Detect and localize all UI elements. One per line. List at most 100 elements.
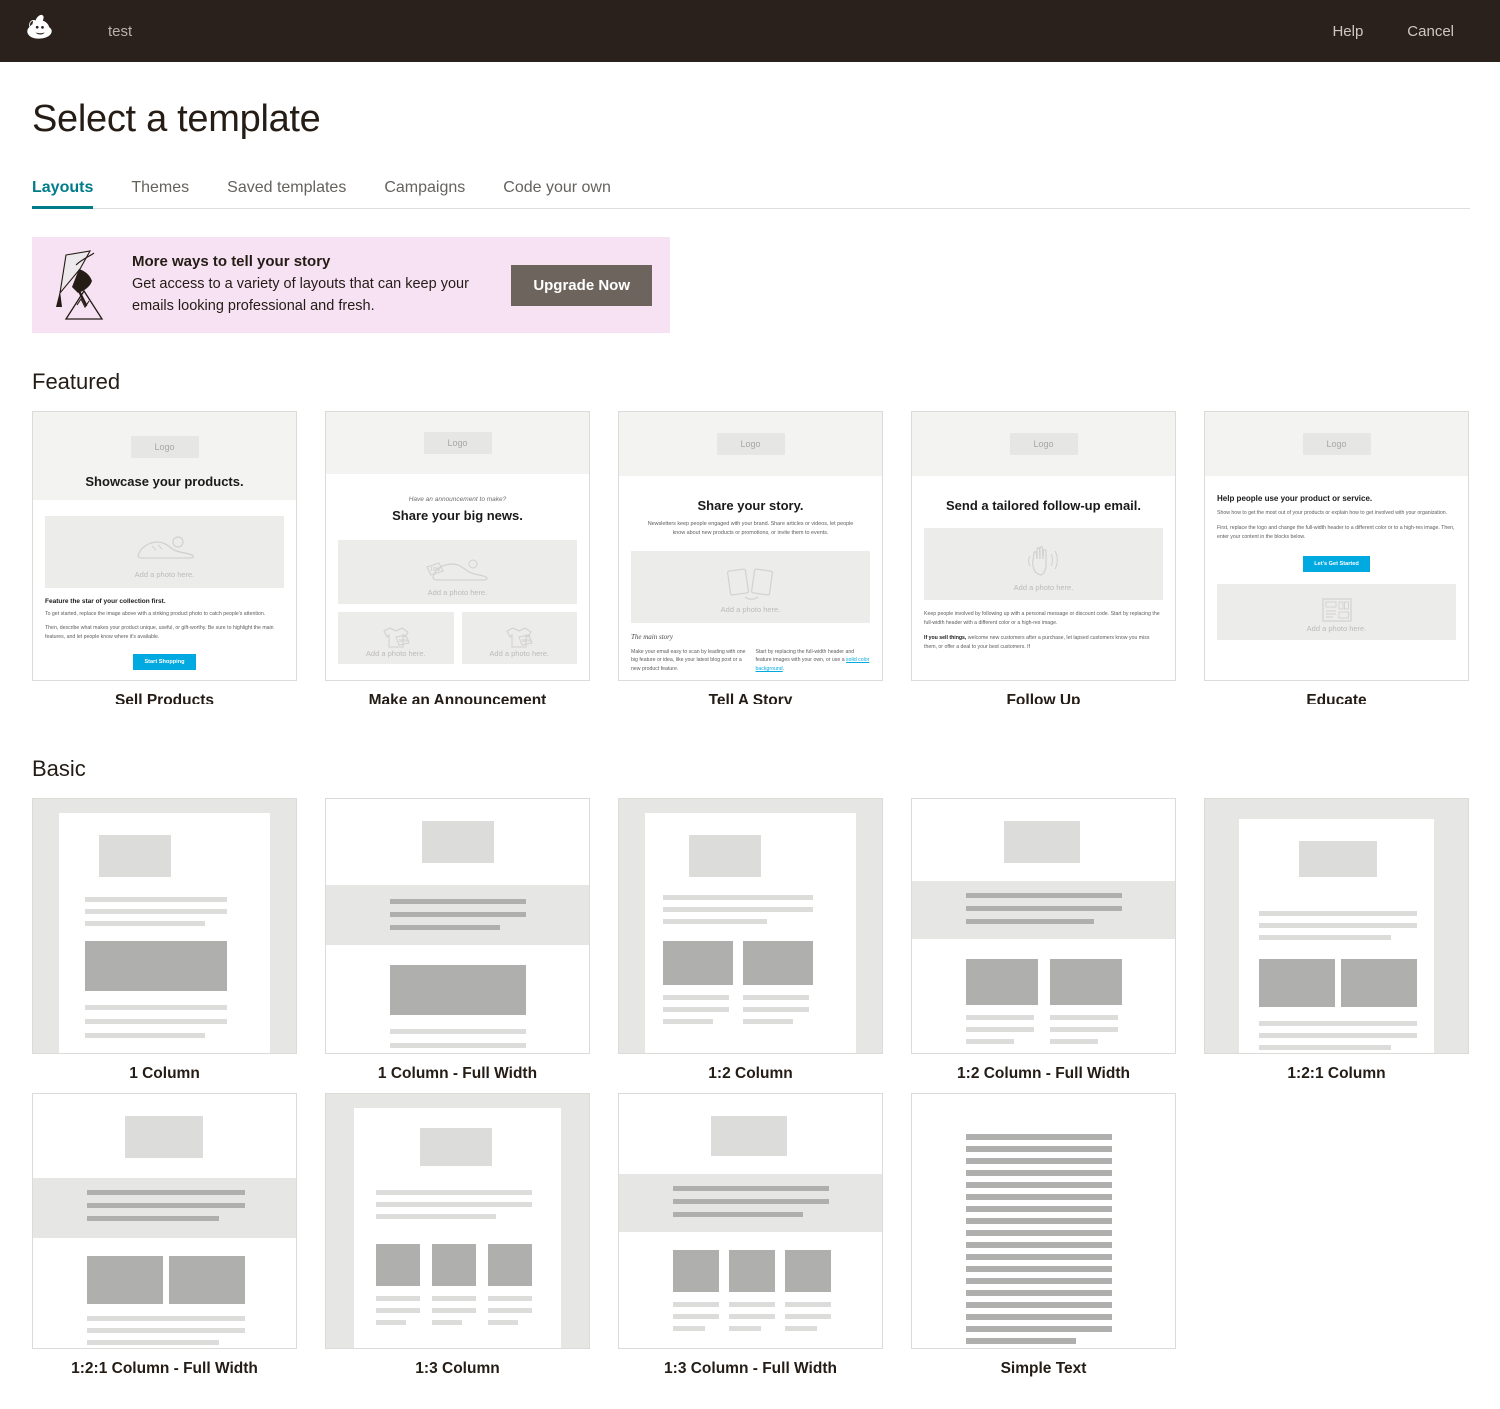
template-name: 1:2 Column <box>708 1065 793 1082</box>
shirt-tag-icon: 50% <box>506 627 533 648</box>
basic-section-heading: Basic <box>32 756 86 781</box>
template-thumbnail[interactable]: Logo Help people use your product or ser… <box>1204 411 1469 681</box>
mini-headline: Send a tailored follow-up email. <box>945 498 1142 513</box>
template-thumbnail[interactable]: Logo Share your story. Newsletters keep … <box>618 411 883 681</box>
layout-grid-icon <box>1321 597 1352 622</box>
tab-themes[interactable]: Themes <box>131 179 189 208</box>
mini-paragraph-1: To get started, replace the image above … <box>45 611 266 617</box>
basic-card-1-column-full-width: 1 Column - Full Width <box>325 798 590 1083</box>
basic-card-1-2-1-column-full-width: 1:2:1 Column - Full Width <box>32 1093 297 1378</box>
featured-template-grid: Logo Showcase your products. Add a photo… <box>32 411 1475 704</box>
mini-headline: Showcase your products. <box>85 473 244 489</box>
template-name: Follow Up <box>1006 692 1081 704</box>
tab-saved-templates[interactable]: Saved templates <box>227 179 346 208</box>
mini-photo-caption: Add a photo here. <box>1013 582 1074 592</box>
tab-code-your-own[interactable]: Code your own <box>503 179 611 208</box>
mini-logo-placeholder: Logo <box>423 432 492 454</box>
svg-text:50%: 50% <box>522 638 531 643</box>
mini-headline: Help people use your product or service. <box>1217 494 1373 503</box>
template-thumbnail[interactable]: Logo Send a tailored follow-up email. Ad… <box>911 411 1176 681</box>
promo-illustration-icon <box>46 249 122 321</box>
mini-cta-button[interactable]: Let's Get Started <box>1303 555 1370 572</box>
help-link[interactable]: Help <box>1332 23 1363 40</box>
mailchimp-logo-icon[interactable] <box>18 9 62 53</box>
mini-photo-placeholder: Add a photo here. <box>1217 583 1456 640</box>
template-name: Make an Announcement <box>368 692 547 704</box>
template-name: Sell Products <box>114 692 215 704</box>
mini-paragraph-2: First, replace the logo and change the f… <box>1217 524 1455 540</box>
shirt-tag-icon: 50% <box>383 627 410 648</box>
mini-photo-caption: Add a photo here. <box>427 587 488 597</box>
mini-column-right: Start by replacing the full-width header… <box>756 648 871 675</box>
template-thumbnail[interactable] <box>618 1093 883 1349</box>
project-name: test <box>108 22 133 40</box>
shoe-icon <box>136 536 194 559</box>
mini-subhead: Feature the star of your collection firs… <box>45 598 166 605</box>
tab-layouts[interactable]: Layouts <box>32 179 94 209</box>
template-name: Simple Text <box>1000 1360 1087 1377</box>
mini-photo-placeholder: Add a photo here. <box>45 516 284 588</box>
mini-paragraph-2: Then, describe what makes your product u… <box>45 624 274 640</box>
featured-card-tell-a-story: Logo Share your story. Newsletters keep … <box>618 411 883 704</box>
mini-photo-placeholder-left: 50% Add a photo here. <box>338 612 454 665</box>
mini-photo-placeholder: 10% Add a photo here. <box>338 540 577 605</box>
basic-card-1-2-column-full-width: 1:2 Column - Full Width <box>911 798 1176 1083</box>
mini-column-right-pre: Start by replacing the full-width header… <box>755 648 855 664</box>
template-thumbnail[interactable] <box>32 1093 297 1349</box>
page-title: Select a template <box>32 98 321 140</box>
template-thumbnail[interactable] <box>618 798 883 1054</box>
promo-body: Get access to a variety of layouts that … <box>132 276 469 314</box>
mini-photo-placeholder: Add a photo here. <box>924 528 1163 601</box>
cards-icon <box>726 568 773 600</box>
template-name: 1:3 Column <box>415 1360 500 1377</box>
basic-template-grid: 1 Column 1 Column - Full Width 1:2 Colum… <box>32 798 1475 1378</box>
mini-logo-placeholder: Logo <box>130 435 199 458</box>
template-thumbnail[interactable] <box>325 1093 590 1349</box>
template-thumbnail[interactable] <box>32 798 297 1054</box>
upgrade-promo-banner: More ways to tell your story Get access … <box>32 237 670 333</box>
template-thumbnail[interactable]: Logo Showcase your products. Add a photo… <box>32 411 297 681</box>
basic-card-1-3-column: 1:3 Column <box>325 1093 590 1378</box>
template-name: 1 Column <box>129 1065 200 1082</box>
mini-paragraph-2: If you sell things, welcome new customer… <box>924 634 1163 652</box>
mini-paragraph-1: Keep people involved by following up wit… <box>924 611 1160 627</box>
template-name: Educate <box>1306 692 1367 704</box>
template-name: 1:3 Column - Full Width <box>664 1360 837 1377</box>
mini-photo-placeholder-right: 50% Add a photo here. <box>461 612 577 665</box>
tab-campaigns[interactable]: Campaigns <box>384 179 465 208</box>
mini-photo-caption: Add a photo here. <box>720 605 781 614</box>
svg-text:10%: 10% <box>430 567 441 573</box>
template-thumbnail[interactable] <box>911 798 1176 1054</box>
upgrade-now-button[interactable]: Upgrade Now <box>511 264 652 306</box>
template-thumbnail[interactable] <box>325 798 590 1054</box>
template-name: Tell A Story <box>708 692 793 704</box>
mini-logo-placeholder: Logo <box>716 433 785 455</box>
mini-logo-placeholder: Logo <box>1009 433 1078 455</box>
top-navigation-bar: test Help Cancel <box>0 0 1500 62</box>
template-category-tabs: Layouts Themes Saved templates Campaigns… <box>32 179 1470 209</box>
featured-card-follow-up: Logo Send a tailored follow-up email. Ad… <box>911 411 1176 704</box>
featured-section-heading: Featured <box>32 369 121 394</box>
svg-text:50%: 50% <box>399 638 408 643</box>
mini-paragraph-1: Show how to get the most out of your pro… <box>1217 510 1448 516</box>
mini-cta-button[interactable]: Start Shopping <box>133 653 196 670</box>
basic-card-1-column: 1 Column <box>32 798 297 1083</box>
mini-logo-placeholder: Logo <box>1302 433 1371 455</box>
mini-photo-caption: Add a photo here. <box>134 570 195 580</box>
template-thumbnail[interactable] <box>1204 798 1469 1054</box>
shoe-tag-icon: 10% <box>425 559 488 581</box>
mini-headline: Share your story. <box>697 498 804 513</box>
template-thumbnail[interactable] <box>911 1093 1176 1349</box>
mini-photo-caption: Add a photo here. <box>489 649 550 659</box>
mini-photo-caption: Add a photo here. <box>365 649 426 659</box>
template-name: 1 Column - Full Width <box>377 1065 538 1082</box>
basic-card-1-2-column: 1:2 Column <box>618 798 883 1083</box>
template-name: 1:2 Column - Full Width <box>957 1065 1130 1082</box>
mini-kicker: Have an announcement to make? <box>408 496 507 503</box>
mini-photo-caption: Add a photo here. <box>1306 623 1367 633</box>
basic-card-simple-text: Simple Text <box>911 1093 1176 1378</box>
mini-headline: Share your big news. <box>392 508 523 523</box>
featured-card-sell-products: Logo Showcase your products. Add a photo… <box>32 411 297 704</box>
template-thumbnail[interactable]: Logo Have an announcement to make? Share… <box>325 411 590 681</box>
cancel-link[interactable]: Cancel <box>1407 23 1454 40</box>
